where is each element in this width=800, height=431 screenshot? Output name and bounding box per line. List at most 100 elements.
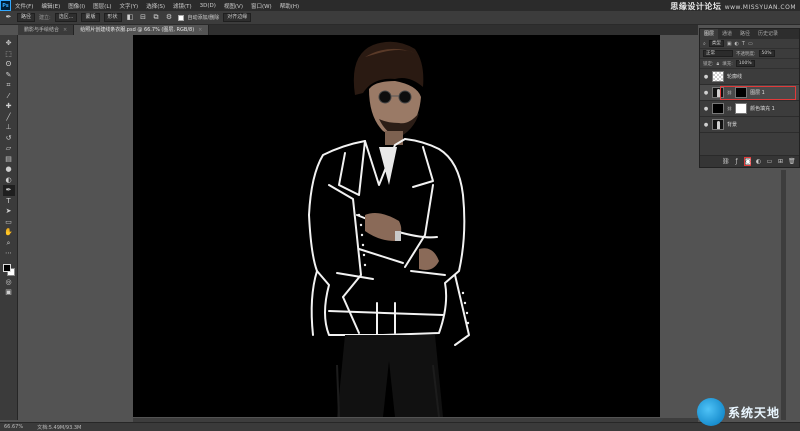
tab-paths[interactable]: 路径 (736, 29, 754, 39)
layer-name: 背景 (727, 122, 738, 128)
path-alignment-icon[interactable]: ⊟ (139, 13, 148, 22)
menu-edit[interactable]: 编辑(E) (37, 2, 64, 10)
link-icon[interactable]: ⛓ (727, 106, 732, 111)
lasso-icon[interactable]: ʘ (3, 59, 15, 70)
foreground-color[interactable] (2, 263, 11, 272)
eyedropper-icon[interactable]: ⁄ (3, 91, 15, 102)
tool-mode-select[interactable]: 路径 (17, 13, 36, 22)
vertical-scrollbar[interactable] (781, 170, 786, 420)
hand-icon[interactable]: ✋ (3, 227, 15, 238)
menu-3d[interactable]: 3D(D) (196, 3, 220, 9)
close-icon[interactable]: × (63, 25, 67, 35)
pen-icon[interactable]: ✒ (2, 185, 15, 196)
path-arrange-icon[interactable]: ⧉ (152, 13, 161, 22)
path-select-icon[interactable]: ➤ (3, 206, 15, 217)
layer-style-icon[interactable]: ƒ (733, 158, 740, 165)
close-icon[interactable]: × (198, 25, 202, 35)
menu-help[interactable]: 帮助(H) (276, 2, 303, 10)
fill-input[interactable]: 100% (735, 60, 755, 67)
stamp-icon[interactable]: ⊥ (3, 122, 15, 133)
filter-adjust-icon[interactable]: ◐ (735, 41, 739, 47)
blur-icon[interactable]: ● (3, 164, 15, 175)
type-icon[interactable]: T (3, 196, 15, 207)
new-group-icon[interactable]: ▭ (766, 158, 773, 165)
menu-image[interactable]: 图像(I) (64, 2, 89, 10)
opacity-label: 不透明度: (736, 51, 756, 57)
eye-icon[interactable]: ● (703, 74, 709, 80)
eye-icon[interactable]: ● (703, 90, 709, 96)
tab-channels[interactable]: 通道 (718, 29, 736, 39)
align-edges-button[interactable]: 对齐边缘 (223, 13, 252, 22)
search-icon: ⌕ (703, 40, 706, 47)
more-icon[interactable]: ⋯ (3, 248, 15, 259)
tab-document-1[interactable]: 鹏影与手绘结合 × (18, 25, 75, 35)
highlight-outline (720, 86, 796, 100)
path-operations-icon[interactable]: ◧ (126, 13, 135, 22)
filter-type-select[interactable]: 类型 (708, 40, 724, 47)
zoom-level[interactable]: 66.67% (4, 424, 23, 430)
color-swatches[interactable] (2, 263, 16, 277)
menu-type[interactable]: 文字(Y) (116, 2, 143, 10)
menu-layer[interactable]: 图层(L) (89, 2, 115, 10)
adjustment-layer-icon[interactable]: ◐ (755, 158, 762, 165)
watermark-top-sub: www.MISSYUAN.COM (724, 4, 796, 11)
tab-document-2[interactable]: 给照片创建线条衣服.psd @ 66.7% (图层, RGB/8) × (74, 25, 210, 35)
quick-mask-icon[interactable]: ◎ (3, 277, 15, 288)
layer-row[interactable]: ● 背景 (700, 117, 799, 133)
filter-shape-icon[interactable]: ▭ (748, 41, 753, 47)
quick-select-icon[interactable]: ✎ (3, 70, 15, 81)
make-shape-button[interactable]: 形状 (103, 13, 122, 22)
auto-add-delete-checkbox[interactable] (177, 14, 184, 21)
layer-mask-thumbnail[interactable] (735, 103, 748, 114)
make-selection-button[interactable]: 选区... (54, 13, 78, 22)
filter-type-icon[interactable]: T (742, 41, 745, 47)
make-mask-button[interactable]: 蒙版 (81, 13, 100, 22)
photoshop-logo[interactable]: Ps (0, 0, 11, 11)
menu-filter[interactable]: 滤镜(T) (169, 2, 196, 10)
lock-row: 锁定: 🔒︎ 填充: 100% (700, 59, 799, 69)
history-brush-icon[interactable]: ↺ (3, 133, 15, 144)
tools-panel: ✥ ⬚ ʘ ✎ ⌗ ⁄ ✚ ╱ ⊥ ↺ ▱ ▤ ● ◐ ✒ T ➤ ▭ ✋ ⌕ … (0, 35, 18, 420)
menu-view[interactable]: 视图(V) (220, 2, 247, 10)
eye-icon[interactable]: ● (703, 122, 709, 128)
delete-layer-icon[interactable]: 🗑︎ (788, 158, 796, 165)
add-mask-icon[interactable]: ◙ (744, 157, 751, 166)
document-canvas[interactable] (133, 35, 660, 417)
pen-tool-preset-icon[interactable]: ✒ (4, 13, 13, 22)
layers-panel: 图层 通道 路径 历史记录 ⌕ 类型 ▣ ◐ T ▭ 正常 不透明度: 50% … (699, 28, 800, 168)
status-bar: 66.67% 文档:5.49M/93.3M (0, 422, 800, 431)
healing-icon[interactable]: ✚ (3, 101, 15, 112)
filter-pixel-icon[interactable]: ▣ (727, 41, 732, 47)
tab-layers[interactable]: 图层 (700, 29, 719, 39)
eye-icon[interactable]: ● (703, 106, 709, 112)
layer-thumbnail (712, 71, 724, 82)
blend-mode-select[interactable]: 正常 (703, 50, 733, 57)
gradient-icon[interactable]: ▤ (3, 154, 15, 165)
layer-row-selected[interactable]: ● ⛓ 图层 1 (700, 85, 799, 101)
layer-row[interactable]: ● 轮廓线 (700, 69, 799, 85)
tab-history[interactable]: 历史记录 (754, 29, 782, 39)
menu-select[interactable]: 选择(S) (142, 2, 169, 10)
settings-gear-icon[interactable]: ⚙ (165, 13, 174, 22)
dodge-icon[interactable]: ◐ (3, 175, 15, 186)
lock-icon[interactable]: 🔒︎ (717, 61, 720, 67)
opacity-input[interactable]: 50% (758, 50, 775, 57)
layer-thumbnail (712, 103, 724, 114)
layers-panel-footer: ⛓ ƒ ◙ ◐ ▭ ⊞ 🗑︎ (700, 155, 799, 167)
new-layer-icon[interactable]: ⊞ (777, 158, 784, 165)
document-size: 文档:5.49M/93.3M (37, 424, 82, 431)
menu-window[interactable]: 窗口(W) (247, 2, 276, 10)
layer-row[interactable]: ● ⛓ 颜色填充 1 (700, 101, 799, 117)
screen-mode-icon[interactable]: ▣ (3, 287, 15, 298)
crop-icon[interactable]: ⌗ (3, 80, 15, 91)
zoom-icon[interactable]: ⌕ (3, 238, 15, 249)
move-icon[interactable]: ✥ (3, 38, 15, 49)
layer-name: 颜色填充 1 (750, 106, 775, 112)
marquee-icon[interactable]: ⬚ (3, 49, 15, 60)
tab-title: 给照片创建线条衣服.psd @ 66.7% (图层, RGB/8) (80, 27, 195, 33)
link-layers-icon[interactable]: ⛓ (722, 158, 730, 165)
menu-file[interactable]: 文件(F) (11, 2, 37, 10)
rectangle-icon[interactable]: ▭ (3, 217, 15, 228)
brush-icon[interactable]: ╱ (3, 112, 15, 123)
eraser-icon[interactable]: ▱ (3, 143, 15, 154)
